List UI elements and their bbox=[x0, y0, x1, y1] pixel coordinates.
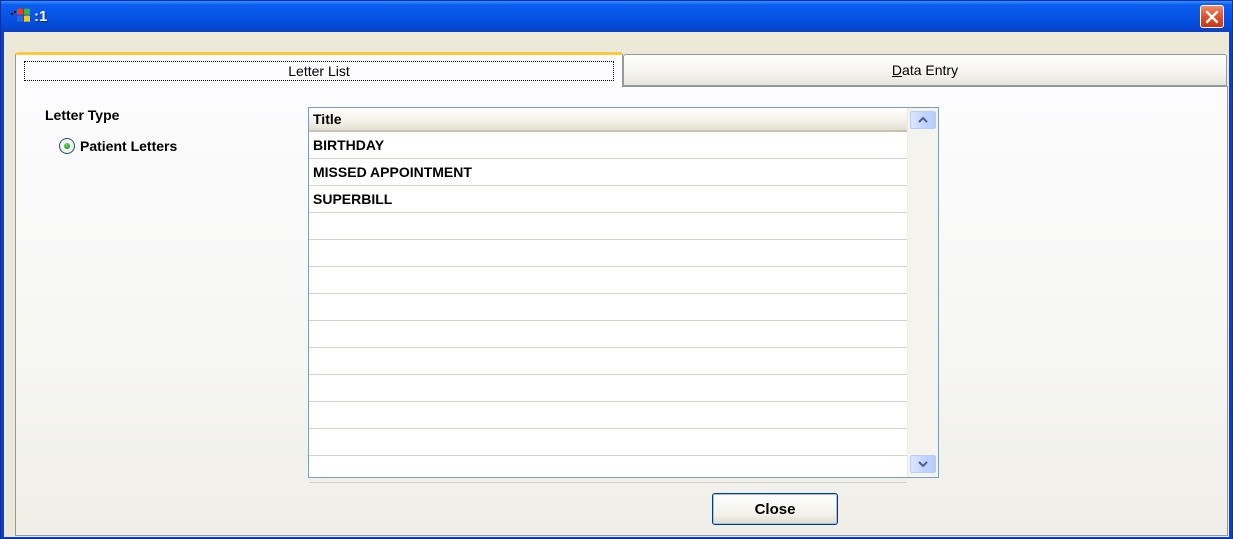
tab-letter-list-label: Letter List bbox=[288, 63, 350, 79]
chevron-up-icon bbox=[918, 116, 928, 123]
vertical-scrollbar[interactable] bbox=[907, 108, 938, 477]
table-row[interactable] bbox=[309, 240, 907, 267]
radio-selected-dot bbox=[64, 143, 70, 149]
patient-letters-label[interactable]: Patient Letters bbox=[80, 138, 177, 154]
patient-letters-radio-option[interactable]: Patient Letters bbox=[59, 137, 177, 155]
letters-grid[interactable]: Title BIRTHDAY MISSED APPOINTMENT SUPERB… bbox=[308, 107, 939, 483]
tab-data-entry-rest: ata Entry bbox=[902, 62, 959, 78]
title-bar[interactable]: :1 bbox=[1, 1, 1232, 32]
table-row[interactable] bbox=[309, 267, 907, 294]
window-title: :1 bbox=[34, 8, 48, 25]
table-row[interactable] bbox=[309, 321, 907, 348]
table-row[interactable] bbox=[309, 429, 907, 456]
tab-strip: Letter List Data Entry bbox=[15, 52, 1228, 87]
windows-flag-icon bbox=[11, 8, 30, 22]
table-row[interactable] bbox=[309, 402, 907, 429]
close-button-label: Close bbox=[754, 500, 796, 518]
tab-data-entry-label: Data Entry bbox=[892, 62, 958, 78]
letter-type-heading: Letter Type bbox=[45, 107, 120, 123]
table-row[interactable]: BIRTHDAY bbox=[309, 132, 907, 159]
table-row[interactable] bbox=[309, 294, 907, 321]
scroll-down-button[interactable] bbox=[910, 455, 936, 473]
tab-data-entry[interactable]: Data Entry bbox=[623, 54, 1227, 86]
table-row[interactable]: SUPERBILL bbox=[309, 186, 907, 213]
window-close-button[interactable] bbox=[1200, 5, 1224, 28]
scroll-up-button[interactable] bbox=[910, 111, 936, 129]
grid-rows: BIRTHDAY MISSED APPOINTMENT SUPERBILL bbox=[309, 132, 907, 483]
table-row[interactable]: MISSED APPOINTMENT bbox=[309, 159, 907, 186]
column-header-title[interactable]: Title bbox=[309, 108, 907, 132]
tab-focus-rect: Letter List bbox=[24, 61, 614, 81]
chevron-down-icon bbox=[918, 461, 928, 468]
cell-title: BIRTHDAY bbox=[313, 137, 385, 153]
client-area: Letter List Data Entry Letter Type Patie… bbox=[4, 32, 1229, 537]
application-window: :1 Letter List Data Entry Letter Type Pa… bbox=[0, 0, 1233, 539]
cell-title: SUPERBILL bbox=[313, 191, 393, 207]
column-header-title-label: Title bbox=[313, 111, 342, 127]
table-row[interactable] bbox=[309, 375, 907, 402]
patient-letters-radio[interactable] bbox=[59, 138, 75, 154]
table-row[interactable] bbox=[309, 348, 907, 375]
table-row[interactable] bbox=[309, 456, 907, 483]
tab-letter-list[interactable]: Letter List bbox=[15, 52, 623, 87]
cell-title: MISSED APPOINTMENT bbox=[313, 164, 472, 180]
close-button[interactable]: Close bbox=[712, 493, 838, 525]
table-row[interactable] bbox=[309, 213, 907, 240]
close-icon bbox=[1205, 10, 1219, 23]
tab-data-entry-accel: D bbox=[891, 62, 903, 78]
letter-list-panel: Letter Type Patient Letters Title BIRTHD… bbox=[15, 86, 1228, 536]
